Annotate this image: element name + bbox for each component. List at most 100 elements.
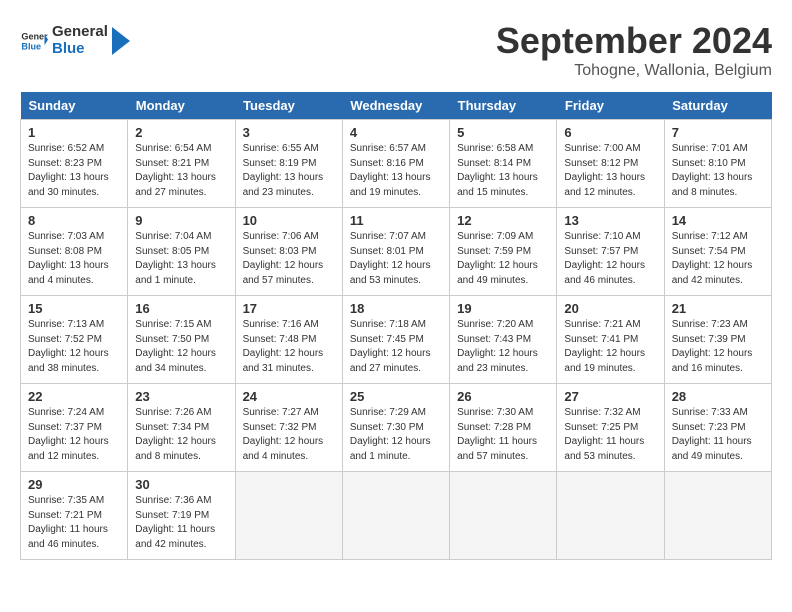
calendar-day-cell: 14 Sunrise: 7:12 AM Sunset: 7:54 PM Dayl… [664,208,771,296]
day-info: Sunrise: 7:27 AM Sunset: 7:32 PM Dayligh… [243,406,335,464]
daylight-label: Daylight: 12 hours and 53 minutes. [350,260,431,286]
day-number: 17 [243,301,335,316]
sunset-label: Sunset: 7:21 PM [28,510,102,521]
daylight-label: Daylight: 13 hours and 19 minutes. [350,172,431,198]
sunset-label: Sunset: 7:43 PM [457,334,531,345]
sunrise-label: Sunrise: 7:21 AM [564,319,640,330]
calendar-day-cell: 17 Sunrise: 7:16 AM Sunset: 7:48 PM Dayl… [235,296,342,384]
calendar-day-cell [664,472,771,560]
day-number: 3 [243,125,335,140]
day-number: 2 [135,125,227,140]
calendar-day-cell: 4 Sunrise: 6:57 AM Sunset: 8:16 PM Dayli… [342,120,449,208]
calendar-day-cell: 13 Sunrise: 7:10 AM Sunset: 7:57 PM Dayl… [557,208,664,296]
location-title: Tohogne, Wallonia, Belgium [496,62,772,80]
sunset-label: Sunset: 7:48 PM [243,334,317,345]
col-friday: Friday [557,92,664,120]
calendar-day-cell [342,472,449,560]
day-info: Sunrise: 6:57 AM Sunset: 8:16 PM Dayligh… [350,142,442,200]
day-info: Sunrise: 7:18 AM Sunset: 7:45 PM Dayligh… [350,318,442,376]
day-number: 1 [28,125,120,140]
col-tuesday: Tuesday [235,92,342,120]
day-info: Sunrise: 7:10 AM Sunset: 7:57 PM Dayligh… [564,230,656,288]
day-info: Sunrise: 7:29 AM Sunset: 7:30 PM Dayligh… [350,406,442,464]
daylight-label: Daylight: 11 hours and 49 minutes. [672,436,752,462]
day-number: 27 [564,389,656,404]
day-info: Sunrise: 6:55 AM Sunset: 8:19 PM Dayligh… [243,142,335,200]
title-area: September 2024 Tohogne, Wallonia, Belgiu… [496,20,772,80]
sunrise-label: Sunrise: 7:29 AM [350,407,426,418]
day-number: 23 [135,389,227,404]
day-number: 10 [243,213,335,228]
sunrise-label: Sunrise: 7:01 AM [672,143,748,154]
day-info: Sunrise: 7:30 AM Sunset: 7:28 PM Dayligh… [457,406,549,464]
sunrise-label: Sunrise: 7:15 AM [135,319,211,330]
daylight-label: Daylight: 12 hours and 16 minutes. [672,348,753,374]
daylight-label: Daylight: 13 hours and 15 minutes. [457,172,538,198]
sunset-label: Sunset: 8:10 PM [672,158,746,169]
daylight-label: Daylight: 12 hours and 19 minutes. [564,348,645,374]
sunrise-label: Sunrise: 7:06 AM [243,231,319,242]
calendar-week-row: 8 Sunrise: 7:03 AM Sunset: 8:08 PM Dayli… [21,208,772,296]
sunrise-label: Sunrise: 7:04 AM [135,231,211,242]
day-info: Sunrise: 7:13 AM Sunset: 7:52 PM Dayligh… [28,318,120,376]
calendar-day-cell: 30 Sunrise: 7:36 AM Sunset: 7:19 PM Dayl… [128,472,235,560]
day-info: Sunrise: 7:21 AM Sunset: 7:41 PM Dayligh… [564,318,656,376]
sunset-label: Sunset: 7:19 PM [135,510,209,521]
day-number: 11 [350,213,442,228]
sunset-label: Sunset: 8:12 PM [564,158,638,169]
sunrise-label: Sunrise: 6:54 AM [135,143,211,154]
calendar-week-row: 22 Sunrise: 7:24 AM Sunset: 7:37 PM Dayl… [21,384,772,472]
daylight-label: Daylight: 12 hours and 8 minutes. [135,436,216,462]
day-number: 9 [135,213,227,228]
daylight-label: Daylight: 11 hours and 46 minutes. [28,524,108,550]
calendar-day-cell: 21 Sunrise: 7:23 AM Sunset: 7:39 PM Dayl… [664,296,771,384]
day-number: 22 [28,389,120,404]
calendar-day-cell: 25 Sunrise: 7:29 AM Sunset: 7:30 PM Dayl… [342,384,449,472]
day-info: Sunrise: 7:07 AM Sunset: 8:01 PM Dayligh… [350,230,442,288]
logo-general: General [52,24,108,41]
col-saturday: Saturday [664,92,771,120]
day-info: Sunrise: 7:20 AM Sunset: 7:43 PM Dayligh… [457,318,549,376]
daylight-label: Daylight: 11 hours and 42 minutes. [135,524,215,550]
sunset-label: Sunset: 7:45 PM [350,334,424,345]
daylight-label: Daylight: 12 hours and 23 minutes. [457,348,538,374]
daylight-label: Daylight: 12 hours and 31 minutes. [243,348,324,374]
calendar-day-cell: 5 Sunrise: 6:58 AM Sunset: 8:14 PM Dayli… [450,120,557,208]
daylight-label: Daylight: 13 hours and 23 minutes. [243,172,324,198]
daylight-label: Daylight: 12 hours and 12 minutes. [28,436,109,462]
sunrise-label: Sunrise: 7:00 AM [564,143,640,154]
daylight-label: Daylight: 12 hours and 38 minutes. [28,348,109,374]
calendar-day-cell: 1 Sunrise: 6:52 AM Sunset: 8:23 PM Dayli… [21,120,128,208]
day-info: Sunrise: 7:26 AM Sunset: 7:34 PM Dayligh… [135,406,227,464]
sunrise-label: Sunrise: 7:13 AM [28,319,104,330]
daylight-label: Daylight: 11 hours and 53 minutes. [564,436,644,462]
day-info: Sunrise: 6:58 AM Sunset: 8:14 PM Dayligh… [457,142,549,200]
sunset-label: Sunset: 8:16 PM [350,158,424,169]
col-sunday: Sunday [21,92,128,120]
day-number: 5 [457,125,549,140]
sunset-label: Sunset: 7:32 PM [243,422,317,433]
day-info: Sunrise: 7:12 AM Sunset: 7:54 PM Dayligh… [672,230,764,288]
day-info: Sunrise: 7:01 AM Sunset: 8:10 PM Dayligh… [672,142,764,200]
calendar-week-row: 1 Sunrise: 6:52 AM Sunset: 8:23 PM Dayli… [21,120,772,208]
daylight-label: Daylight: 12 hours and 27 minutes. [350,348,431,374]
month-title: September 2024 [496,20,772,62]
day-number: 19 [457,301,549,316]
daylight-label: Daylight: 13 hours and 4 minutes. [28,260,109,286]
svg-text:Blue: Blue [21,41,41,51]
sunrise-label: Sunrise: 7:26 AM [135,407,211,418]
calendar-day-cell: 11 Sunrise: 7:07 AM Sunset: 8:01 PM Dayl… [342,208,449,296]
day-info: Sunrise: 7:03 AM Sunset: 8:08 PM Dayligh… [28,230,120,288]
daylight-label: Daylight: 13 hours and 12 minutes. [564,172,645,198]
svg-text:General: General [21,31,48,41]
sunset-label: Sunset: 7:41 PM [564,334,638,345]
calendar-table: Sunday Monday Tuesday Wednesday Thursday… [20,92,772,560]
calendar-day-cell: 24 Sunrise: 7:27 AM Sunset: 7:32 PM Dayl… [235,384,342,472]
day-info: Sunrise: 7:09 AM Sunset: 7:59 PM Dayligh… [457,230,549,288]
day-number: 25 [350,389,442,404]
calendar-day-cell: 3 Sunrise: 6:55 AM Sunset: 8:19 PM Dayli… [235,120,342,208]
calendar-day-cell [557,472,664,560]
sunset-label: Sunset: 8:23 PM [28,158,102,169]
calendar-day-cell: 15 Sunrise: 7:13 AM Sunset: 7:52 PM Dayl… [21,296,128,384]
logo-blue: Blue [52,41,108,58]
